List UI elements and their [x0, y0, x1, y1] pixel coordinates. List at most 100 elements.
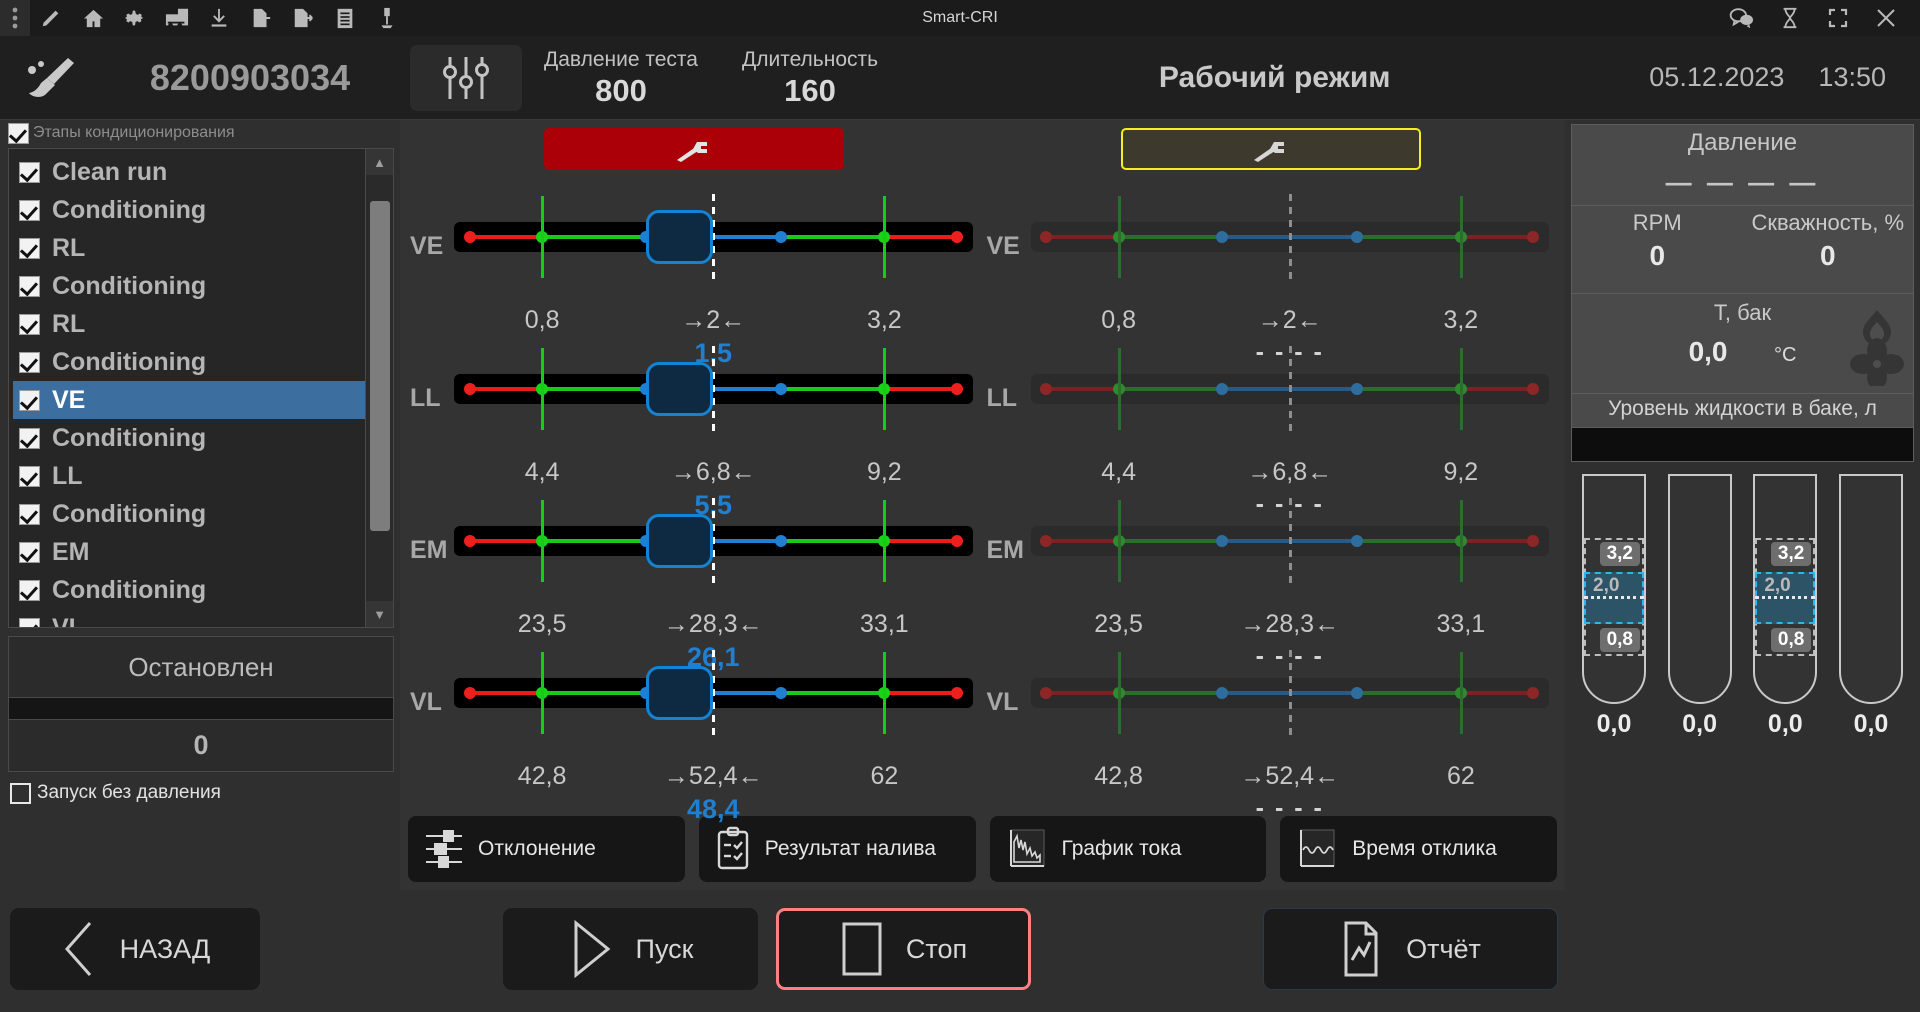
gauge-active-range: [645, 210, 714, 264]
stages-master-checkbox[interactable]: [8, 122, 29, 144]
stage-item[interactable]: LL: [13, 457, 365, 495]
stage-item[interactable]: Conditioning: [13, 267, 365, 305]
stage-checkbox[interactable]: [19, 199, 40, 221]
gauge-track[interactable]: 4,4→6,8←9,25,5: [454, 346, 973, 520]
start-button[interactable]: Пуск: [503, 908, 758, 990]
stop-square-icon: [842, 922, 882, 976]
export-icon[interactable]: [282, 0, 324, 36]
fullscreen-icon[interactable]: [1814, 0, 1862, 36]
pressure-value: — — — —: [1665, 167, 1820, 197]
stage-label: Clean run: [52, 157, 168, 186]
grip-dots-icon[interactable]: [0, 0, 30, 36]
tube: 3,2 2,0 0,8: [1582, 474, 1646, 704]
home-icon[interactable]: [72, 0, 114, 36]
stage-checkbox[interactable]: [19, 503, 40, 525]
stage-item[interactable]: VE: [13, 381, 365, 419]
tool-button-deviation[interactable]: Отклонение: [408, 816, 685, 882]
stage-checkbox[interactable]: [19, 313, 40, 335]
stage-label: RL: [52, 309, 86, 338]
param-test-pressure-value: 800: [595, 72, 647, 108]
status-display: Остановлен: [8, 636, 394, 698]
gauge-track[interactable]: 0,8→2←3,21,5: [454, 194, 973, 368]
scroll-up-icon[interactable]: ▲: [365, 149, 393, 175]
tube-value: 0,0: [1682, 710, 1718, 738]
scrollbar-thumb[interactable]: [370, 201, 390, 531]
gauge-track[interactable]: 0,8 →2← 3,2- - - -: [1030, 194, 1549, 366]
tank-temp-value: 0,0: [1688, 336, 1728, 367]
stages-header[interactable]: Этапы кондиционирования: [0, 120, 400, 146]
injector-test-icon[interactable]: [366, 0, 408, 36]
stage-list-scrollbar[interactable]: ▲ ▼: [365, 149, 393, 627]
clipboard-icon[interactable]: [324, 0, 366, 36]
cycle-counter: 0: [8, 720, 394, 772]
tool-button-fill-result[interactable]: Результат налива: [698, 816, 976, 882]
stage-checkbox[interactable]: [19, 541, 40, 563]
tube-low-tag: 0,8: [1599, 628, 1640, 652]
tube: [1667, 474, 1732, 704]
pencil-icon[interactable]: [30, 0, 72, 36]
chat-icon[interactable]: [1718, 0, 1766, 36]
stage-item[interactable]: Conditioning: [13, 419, 365, 457]
gauge-track[interactable]: 42,8 →52,4← 62 - - - -: [1030, 650, 1549, 822]
gauge-track[interactable]: 23,5→28,3←33,126,1: [454, 498, 973, 672]
gauge-track[interactable]: 4,4 →6,8← 9,2- - - -: [1030, 346, 1549, 518]
gauge-label: VL: [986, 688, 1019, 716]
close-icon[interactable]: [1862, 0, 1910, 36]
pressure-label: Давление: [1687, 129, 1798, 156]
hourglass-icon[interactable]: [1766, 0, 1814, 36]
gauge-track[interactable]: 42,8 →52,4← 62 48,4: [454, 650, 973, 824]
stage-item[interactable]: Conditioning: [13, 495, 365, 533]
stage-label: Conditioning: [52, 271, 207, 300]
stage-checkbox[interactable]: [19, 161, 40, 183]
no-pressure-option[interactable]: Запуск без давления: [10, 782, 400, 804]
gauge-column-right: VE 0,8 →2← 3,2- - - - LL 4,4 →6,8← 9,2- - - - EM…: [983, 120, 1560, 822]
stage-item[interactable]: Conditioning: [13, 191, 365, 229]
stage-item[interactable]: Clean run: [13, 153, 365, 191]
stage-item[interactable]: Conditioning: [13, 343, 365, 381]
stage-checkbox[interactable]: [19, 427, 40, 449]
stage-item[interactable]: VL: [13, 609, 365, 627]
stage-checkbox[interactable]: [19, 579, 40, 601]
download-icon[interactable]: [198, 0, 240, 36]
stage-item[interactable]: RL: [13, 305, 365, 343]
stage-checkbox[interactable]: [19, 351, 40, 373]
param-test-pressure-label: Давление теста: [544, 47, 698, 71]
tool-button-response-time[interactable]: Время отклика: [1280, 816, 1557, 882]
report-button[interactable]: Отчёт: [1263, 908, 1558, 990]
stage-checkbox[interactable]: [19, 237, 40, 259]
start-button-label: Пуск: [635, 933, 694, 964]
gauge-min-label: 42,8: [517, 762, 567, 790]
stage-checkbox[interactable]: [19, 389, 40, 411]
gauge-row-em-right: EM 23,5 →28,3← 33,1- - - -: [983, 482, 1560, 670]
import-icon[interactable]: [240, 0, 282, 36]
stage-item[interactable]: EM: [13, 533, 365, 571]
stage-label: Conditioning: [52, 347, 207, 376]
back-button[interactable]: НАЗАД: [10, 908, 260, 990]
stage-label: Conditioning: [52, 423, 207, 452]
no-pressure-checkbox[interactable]: [10, 782, 31, 804]
stop-button[interactable]: Стоп: [776, 908, 1031, 990]
test-settings-button[interactable]: [410, 44, 522, 111]
back-button-label: НАЗАД: [119, 933, 211, 964]
toolbox-icon[interactable]: [156, 0, 198, 36]
tool-button-fill-result-label: Результат налива: [764, 837, 936, 860]
tool-button-current-chart[interactable]: График тока: [989, 816, 1267, 882]
stage-checkbox[interactable]: [19, 465, 40, 487]
stage-item[interactable]: RL: [13, 229, 365, 267]
gauge-track[interactable]: 23,5 →28,3← 33,1- - - -: [1030, 498, 1549, 670]
stage-item[interactable]: Conditioning: [13, 571, 365, 609]
brush-icon[interactable]: [0, 56, 100, 100]
scrollbar-track[interactable]: [366, 175, 393, 601]
right-mode-badge[interactable]: [1120, 128, 1421, 170]
report-document-icon: [1344, 921, 1378, 977]
gauge-row-em-left: EM23,5→28,3←33,126,1: [406, 482, 983, 672]
header-bar: 8200903034 Давление теста 800 Длительнос…: [0, 36, 1920, 120]
scroll-down-icon[interactable]: ▼: [365, 601, 393, 627]
stage-checkbox[interactable]: [19, 617, 40, 627]
gauge-current-value: 48,4: [686, 794, 740, 824]
gear-icon[interactable]: [114, 0, 156, 36]
bottom-action-bar: НАЗАД Пуск Стоп Отчёт: [0, 890, 1920, 1008]
heater-fan-icon: [1845, 308, 1909, 391]
left-mode-badge[interactable]: [544, 128, 845, 170]
stage-checkbox[interactable]: [19, 275, 40, 297]
